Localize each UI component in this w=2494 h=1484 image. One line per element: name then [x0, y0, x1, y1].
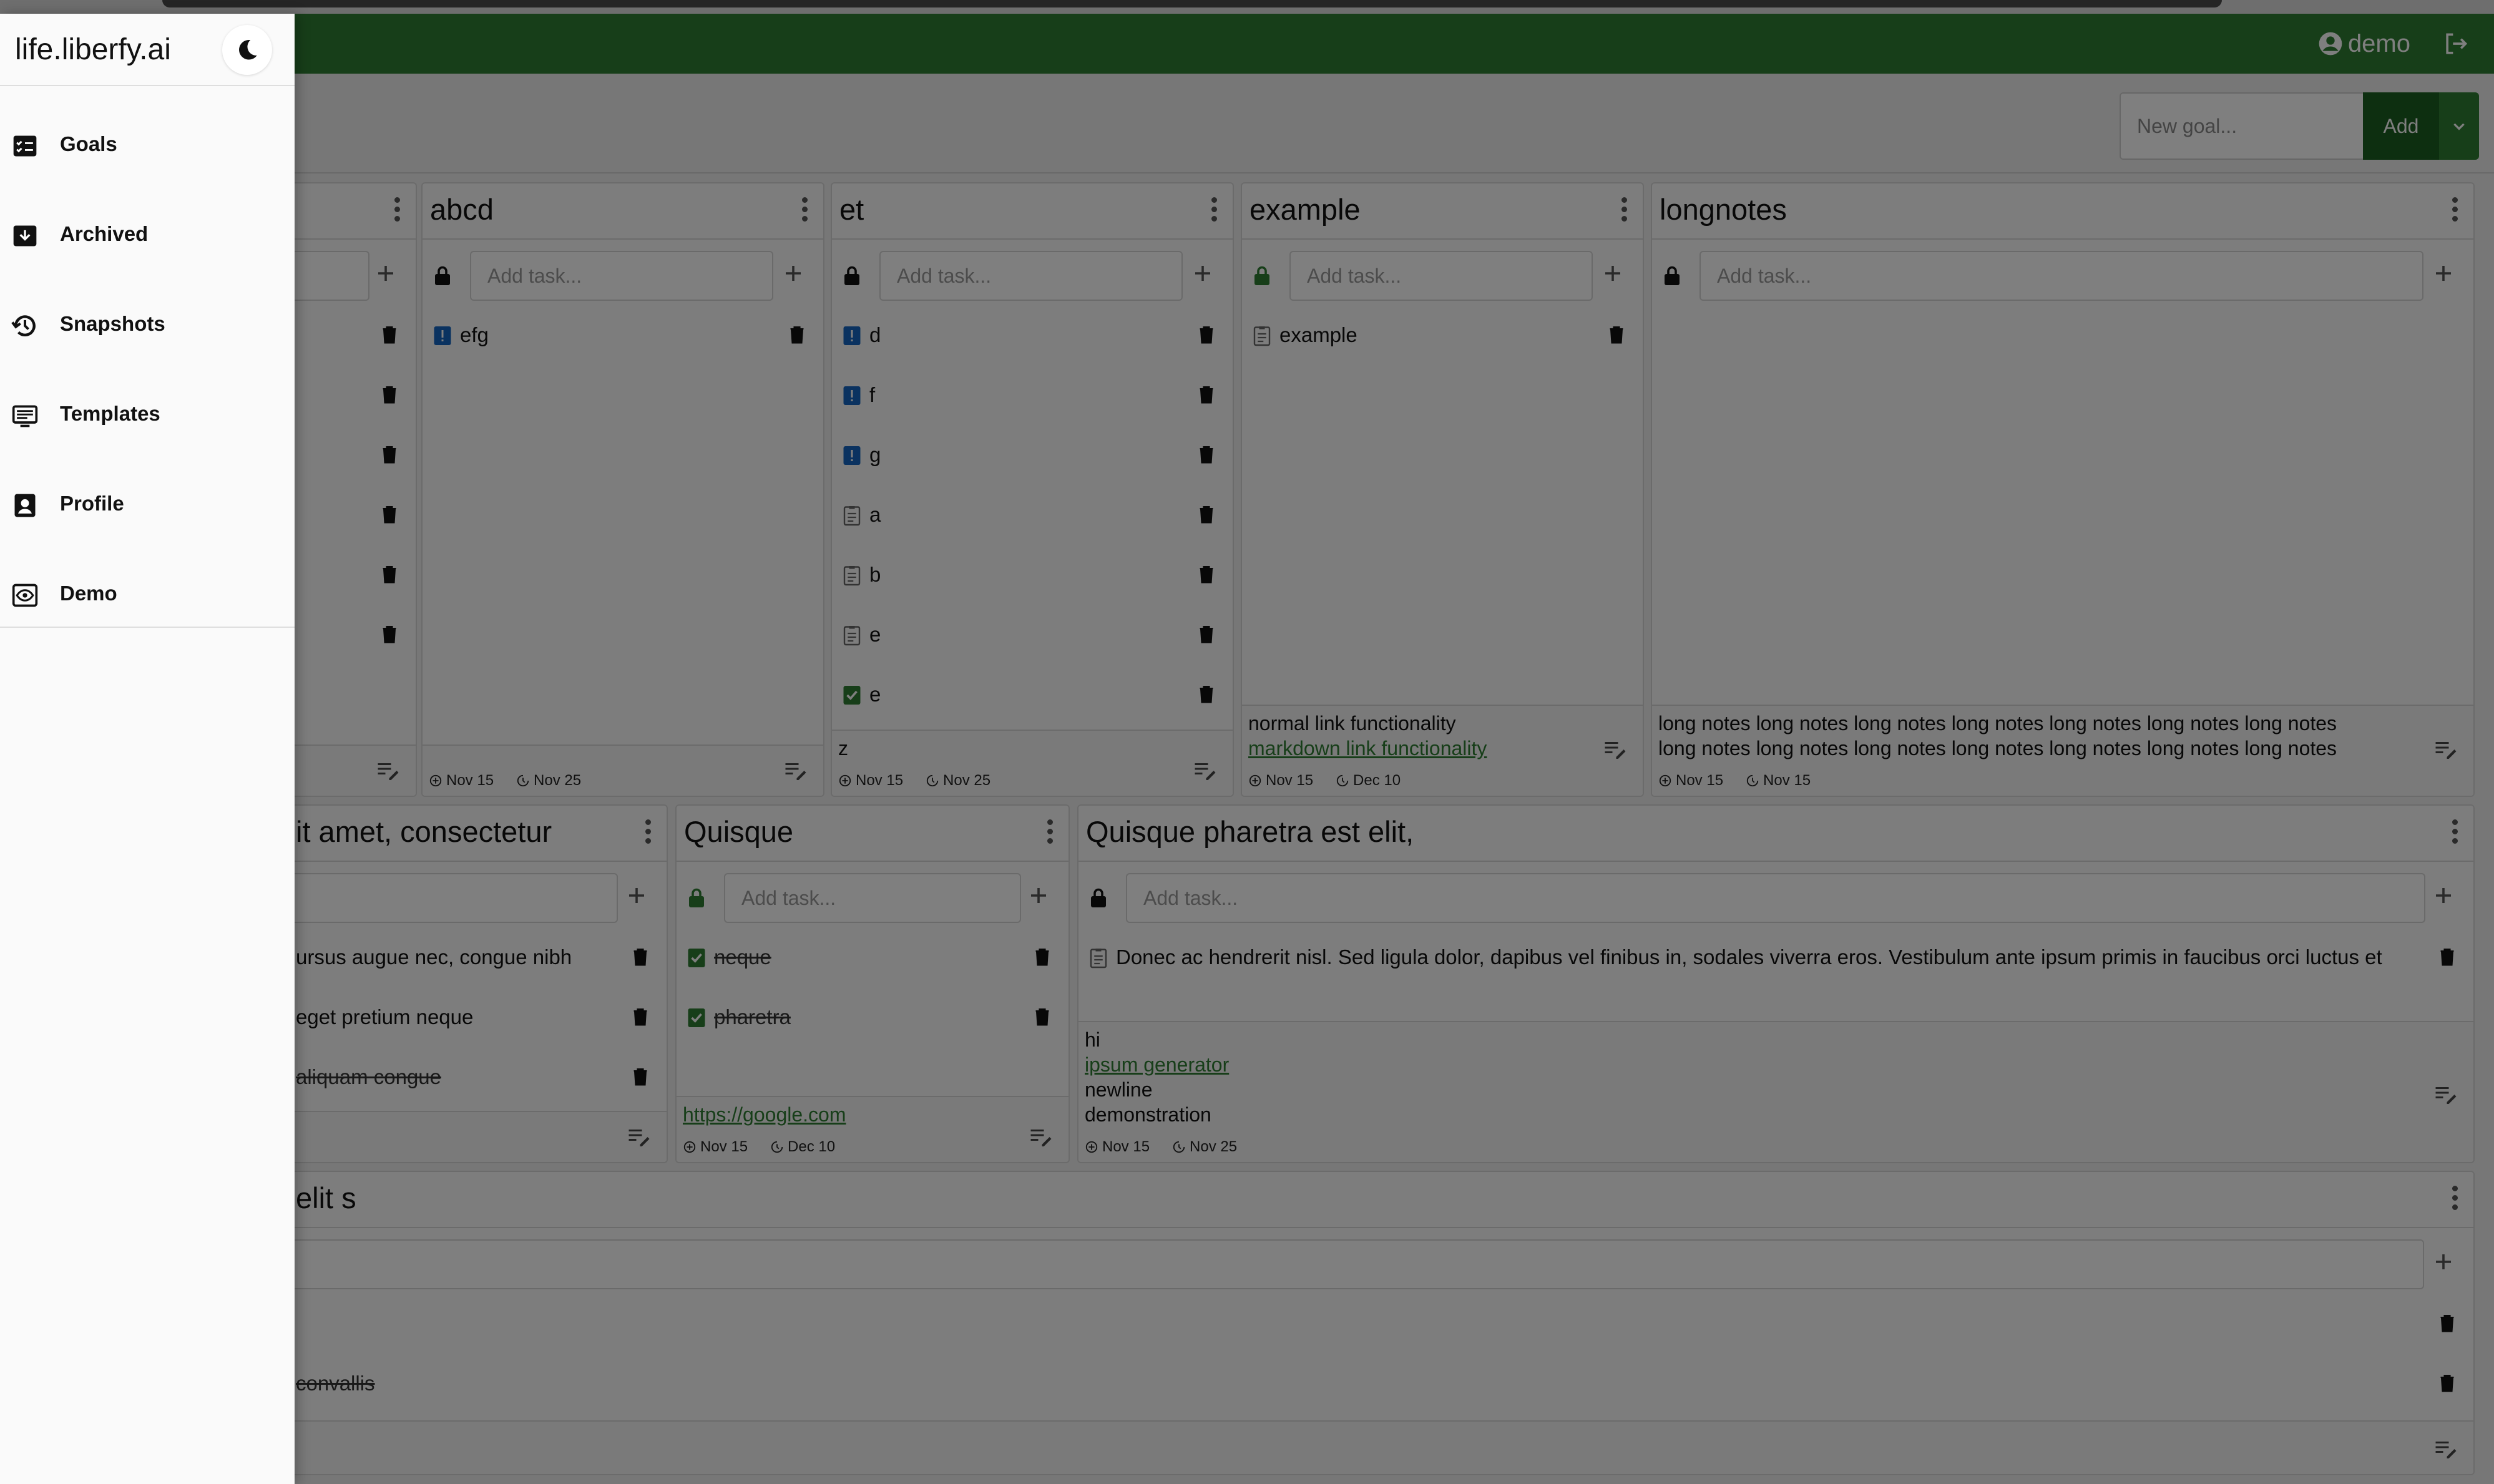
sidebar-item-label: Snapshots [60, 312, 165, 335]
sidebar-item-demo[interactable]: Demo [0, 557, 295, 632]
demo-eye-icon [12, 583, 38, 607]
archive-box-icon [13, 225, 37, 247]
sidebar-item-label: Goals [60, 132, 117, 155]
sidebar-item-profile[interactable]: Profile [0, 467, 295, 542]
theme-toggle-button[interactable] [222, 25, 272, 75]
sidebar-drawer: life.liberfy.ai Goals Archived Snapshots… [0, 14, 295, 1484]
template-list-icon [12, 405, 38, 427]
sidebar-item-label: Archived [60, 222, 149, 245]
drawer-backdrop[interactable] [0, 0, 2494, 1484]
sidebar-item-archived[interactable]: Archived [0, 197, 295, 272]
app-brand[interactable]: life.liberfy.ai [15, 32, 171, 67]
sidebar-item-label: Demo [60, 582, 117, 605]
history-clock-icon [11, 315, 36, 337]
goals-checklist-icon [13, 135, 37, 157]
sidebar-item-label: Profile [60, 492, 124, 515]
sidebar-item-templates[interactable]: Templates [0, 377, 295, 452]
sidebar-item-snapshots[interactable]: Snapshots [0, 287, 295, 362]
moon-icon [239, 40, 257, 60]
sidebar-item-goals[interactable]: Goals [0, 107, 295, 182]
sidebar-item-label: Templates [60, 402, 160, 425]
profile-badge-icon [14, 494, 36, 517]
